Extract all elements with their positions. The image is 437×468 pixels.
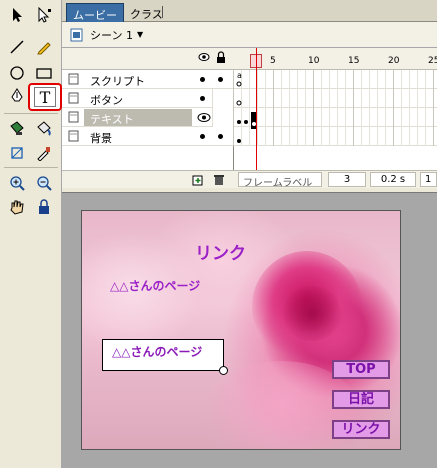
svg-text:a: a — [237, 71, 242, 80]
layer-name: 背景 — [90, 132, 112, 145]
layer-icon — [68, 92, 79, 104]
playhead — [256, 48, 257, 188]
add-layer-icon[interactable] — [192, 174, 204, 186]
layer-panel: スクリプト ボタン テキスト 背景 — [62, 48, 234, 188]
layer-row[interactable]: 背景 — [62, 127, 234, 146]
lock-icon[interactable] — [31, 195, 57, 219]
ink-bottle-tool-icon[interactable] — [4, 116, 30, 140]
top-button[interactable]: TOP — [332, 360, 390, 379]
pen-tool-icon[interactable] — [4, 85, 30, 109]
layer-row[interactable]: スクリプト — [62, 70, 234, 89]
layer-row[interactable]: ボタン — [62, 89, 234, 108]
layer-name: ボタン — [90, 94, 123, 107]
arrow-tool-icon[interactable] — [4, 3, 30, 27]
frame-rate: 1 — [420, 172, 437, 187]
stage[interactable]: リンク △△さんのページ △△さんのページ TOP 日記 リンク — [81, 210, 401, 450]
keyframe-markers: a — [236, 71, 257, 143]
current-frame: 3 — [328, 172, 366, 187]
scene-bar: シーン 1 ▼ — [62, 22, 437, 48]
transform-tool-icon[interactable] — [4, 141, 30, 165]
layer-name: スクリプト — [90, 75, 145, 88]
frame-status-bar: フレームラベル 3 0.2 s 1 — [234, 170, 437, 189]
flash-ide: T ムービー クラス シーン 1 ▼ スクリプト ボタン テキスト 背景 5 1… — [0, 0, 437, 468]
layer-icon — [68, 130, 79, 142]
zoom-out-icon[interactable] — [31, 171, 57, 195]
frame-grid[interactable] — [233, 70, 437, 170]
eyedropper-tool-icon[interactable] — [31, 141, 57, 165]
chevron-down-icon[interactable]: ▼ — [137, 30, 143, 39]
scene-icon — [70, 28, 83, 41]
layer-icon — [68, 73, 79, 85]
paint-bucket-tool-icon[interactable] — [31, 116, 57, 140]
frame-ruler[interactable]: 1 5 10 15 20 25 — [234, 48, 437, 70]
text-tool-icon[interactable]: T — [28, 83, 62, 111]
diary-button[interactable]: 日記 — [332, 390, 390, 409]
stage-title: リンク — [195, 244, 246, 264]
rectangle-tool-icon[interactable] — [31, 61, 57, 85]
text-resize-handle[interactable] — [219, 366, 228, 375]
layer-header — [62, 48, 234, 70]
pencil-icon — [197, 113, 211, 122]
trash-icon[interactable] — [213, 173, 225, 186]
line-tool-icon[interactable] — [4, 35, 30, 59]
pencil-tool-icon[interactable] — [31, 35, 57, 59]
toolbox: T — [0, 0, 62, 468]
document-tabs: ムービー クラス — [62, 0, 437, 22]
eye-icon[interactable] — [198, 52, 210, 62]
oval-tool-icon[interactable] — [4, 61, 30, 85]
elapsed-time: 0.2 s — [370, 172, 416, 187]
scene-label[interactable]: シーン 1 — [90, 27, 133, 43]
hand-tool-icon[interactable] — [4, 195, 30, 219]
subselect-tool-icon[interactable] — [31, 3, 57, 27]
tab-movie[interactable]: ムービー — [66, 3, 124, 22]
layer-row-selected[interactable]: テキスト — [62, 108, 234, 127]
layer-icon — [68, 111, 79, 123]
text-field-editing[interactable]: △△さんのページ — [102, 339, 224, 371]
timeline-frames: 1 5 10 15 20 25 a フレームラベル 3 — [233, 48, 437, 189]
stage-area: リンク △△さんのページ △△さんのページ TOP 日記 リンク — [62, 192, 437, 468]
frame-label-field[interactable]: フレームラベル — [238, 172, 322, 189]
lock-icon[interactable] — [216, 51, 226, 64]
layer-footer — [62, 170, 234, 188]
link-button[interactable]: リンク — [332, 420, 390, 439]
zoom-in-icon[interactable] — [4, 171, 30, 195]
layer-name: テキスト — [84, 109, 192, 126]
stage-subtitle: △△さんのページ — [110, 279, 201, 293]
